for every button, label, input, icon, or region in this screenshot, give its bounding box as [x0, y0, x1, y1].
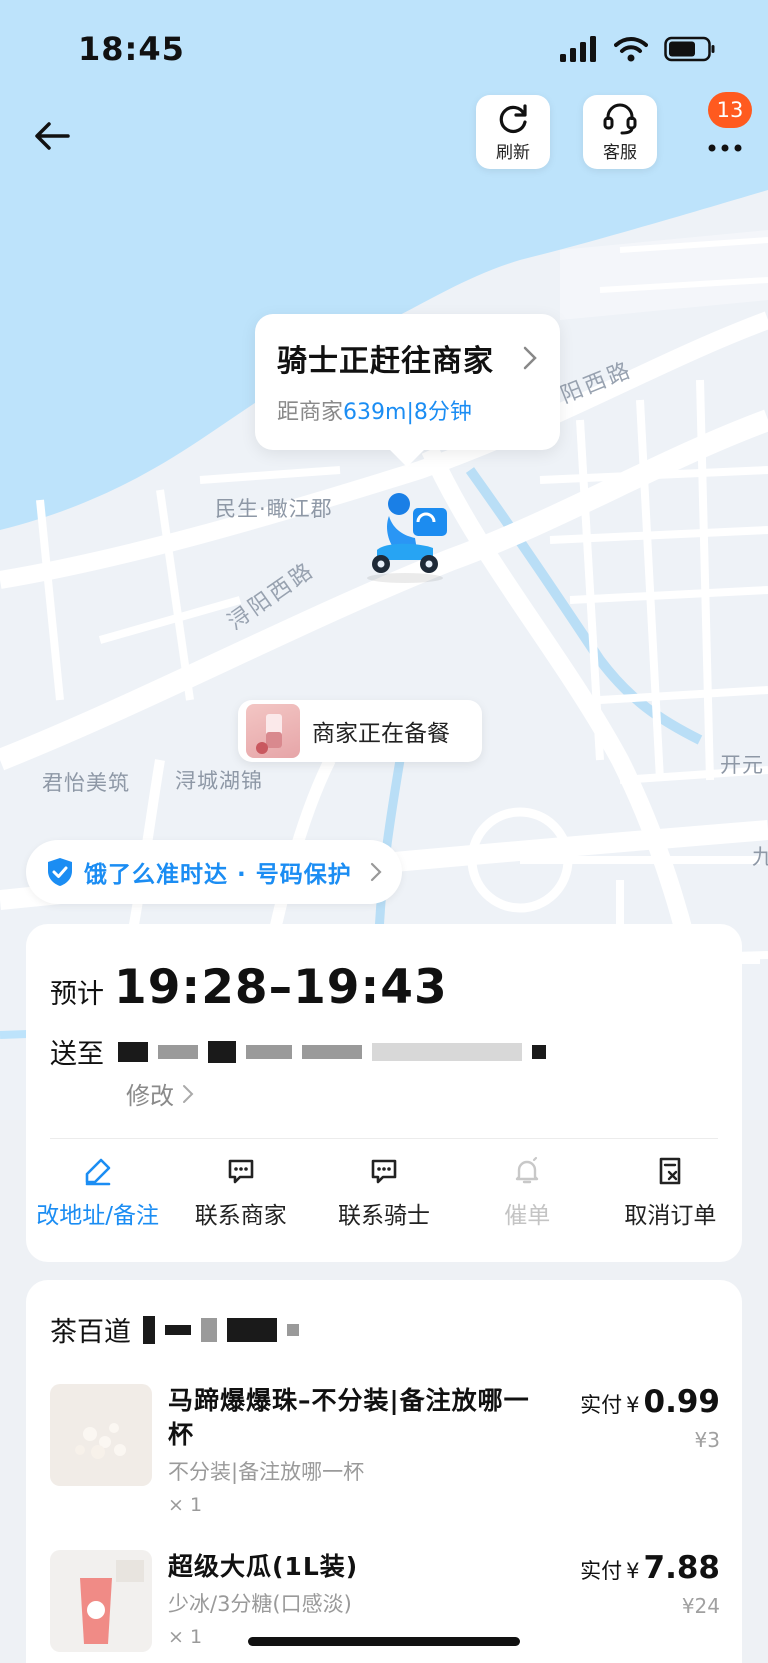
- shop-name-redacted: [143, 1315, 155, 1344]
- drink-cup-image: [256, 714, 282, 754]
- item-quantity: × 1: [168, 1494, 203, 1516]
- shop-name-redacted: [287, 1323, 299, 1336]
- contact-merchant-button[interactable]: 联系商家: [169, 1156, 312, 1230]
- message-count-badge: 13: [708, 92, 752, 128]
- contact-rider-button[interactable]: 联系骑士: [312, 1156, 455, 1230]
- modify-label: 修改: [126, 1082, 174, 1110]
- chat-icon: [228, 1159, 254, 1184]
- status-bar: 18:45: [0, 0, 768, 96]
- address-redacted: [532, 1044, 546, 1059]
- eta-label: 预计: [50, 979, 104, 1010]
- map-label-kaiyuan: 开元: [720, 753, 764, 777]
- refresh-label: 刷新: [496, 142, 530, 163]
- address-redacted: [372, 1042, 522, 1061]
- edit-icon: [85, 1158, 110, 1186]
- address-label: 送至: [50, 1039, 104, 1070]
- chat-icon: [371, 1159, 397, 1184]
- address-redacted: [158, 1044, 198, 1059]
- currency-symbol: ¥: [626, 1559, 640, 1583]
- paid-price: 7.88: [643, 1550, 721, 1586]
- delivery-info-card: 预计 19:28–19:43 送至 修改 改地址/备注 联系商家 联系骑士 催单…: [26, 924, 742, 1262]
- address-redacted: [246, 1044, 292, 1059]
- pearls-product-image: [75, 1423, 126, 1459]
- action-label: 取消订单: [624, 1203, 717, 1229]
- shop-name: 茶百道: [50, 1317, 131, 1348]
- bell-icon: [516, 1156, 539, 1184]
- arrow-left-icon: [35, 122, 70, 150]
- refresh-button[interactable]: 刷新: [476, 95, 550, 169]
- shop-name-redacted: [227, 1317, 277, 1342]
- distance-value: 639m: [343, 400, 407, 425]
- order-actions: 改地址/备注 联系商家 联系骑士 催单 取消订单: [26, 1156, 742, 1230]
- rider-distance-text: 距商家639m|8分钟: [277, 394, 538, 426]
- order-item[interactable]: 马蹄爆爆珠–不分装|备注放哪一杯 不分装|备注放哪一杯 × 1 实付 ¥ 0.9…: [50, 1384, 720, 1524]
- item-spec: 不分装|备注放哪一杯: [168, 1460, 365, 1484]
- map-label-jiu: 九: [752, 845, 768, 869]
- item-name: 超级大瓜(1L装): [168, 1552, 359, 1581]
- status-time: 18:45: [78, 30, 185, 68]
- action-label: 联系骑士: [338, 1203, 430, 1229]
- eta-minutes: 8分钟: [413, 400, 472, 425]
- edit-address-note-button[interactable]: 改地址/备注: [26, 1156, 169, 1230]
- chevron-right-icon: [523, 346, 537, 370]
- card-divider: [50, 1138, 718, 1139]
- distance-separator: |: [406, 400, 414, 425]
- guarantee-banner[interactable]: 饿了么准时达 · 号码保护: [26, 840, 402, 904]
- cancel-order-icon: [660, 1157, 681, 1185]
- shop-name-redacted: [165, 1324, 191, 1335]
- item-spec: 少冰/3分糖(口感淡): [168, 1592, 352, 1616]
- original-price: ¥3: [694, 1428, 720, 1452]
- action-label: 改地址/备注: [36, 1203, 159, 1229]
- address-redacted: [118, 1041, 148, 1062]
- urge-order-button[interactable]: 催单: [456, 1156, 599, 1230]
- delivery-scooter-icon: [367, 493, 447, 583]
- chevron-right-icon: [370, 862, 382, 882]
- item-name: 马蹄爆爆珠–不分装|备注放哪一杯: [168, 1386, 530, 1449]
- home-indicator[interactable]: [248, 1637, 520, 1646]
- watermelon-drink-image: [80, 1560, 144, 1644]
- cellular-signal-icon: [560, 36, 596, 62]
- guarantee-text: 饿了么准时达 · 号码保护: [84, 862, 352, 888]
- wifi-icon: [614, 37, 648, 62]
- cancel-order-button[interactable]: 取消订单: [599, 1156, 742, 1230]
- shop-header[interactable]: 茶百道: [50, 1310, 309, 1349]
- currency-symbol: ¥: [626, 1393, 640, 1417]
- customer-service-button[interactable]: 客服: [583, 95, 657, 169]
- customer-service-label: 客服: [603, 142, 637, 163]
- rider-status-title: 骑士正赶往商家: [277, 344, 494, 379]
- address-redacted: [208, 1040, 236, 1063]
- original-price: ¥24: [681, 1594, 720, 1618]
- map-label-junyi: 君怡美筑: [42, 771, 130, 795]
- action-label: 联系商家: [194, 1203, 287, 1229]
- chevron-right-icon: [183, 1084, 194, 1103]
- delivery-address: 送至: [50, 1032, 556, 1071]
- refresh-icon: [499, 103, 527, 133]
- merchant-status-text: 商家正在备餐: [312, 721, 450, 747]
- merchant-thumbnail: [246, 704, 300, 758]
- merchant-status-tag[interactable]: 商家正在备餐: [238, 700, 482, 762]
- order-item[interactable]: 超级大瓜(1L装) 少冰/3分糖(口感淡) × 1 实付 ¥ 7.88 ¥24: [50, 1550, 720, 1663]
- shop-name-redacted: [201, 1317, 217, 1342]
- headset-icon: [603, 103, 637, 134]
- paid-label: 实付: [580, 1393, 623, 1417]
- shield-check-icon: [48, 858, 72, 886]
- rider-marker[interactable]: [355, 490, 455, 585]
- battery-icon: [664, 36, 715, 62]
- address-redacted: [302, 1044, 362, 1059]
- map-label-minsheng: 民生·瞰江郡: [215, 497, 333, 521]
- rider-status-bubble[interactable]: 骑士正赶往商家 距商家639m|8分钟: [255, 314, 560, 450]
- back-button[interactable]: [28, 112, 76, 160]
- distance-prefix: 距商家: [277, 400, 344, 425]
- paid-price: 0.99: [643, 1384, 721, 1420]
- order-items-card: 茶百道 马蹄爆爆珠–不分装|备注放哪一杯 不分装|备注放哪一杯 × 1 实付 ¥…: [26, 1280, 742, 1663]
- modify-address-button[interactable]: 修改: [126, 1076, 194, 1111]
- item-image: [50, 1550, 152, 1652]
- eta-time: 19:28–19:43: [114, 960, 448, 1015]
- paid-label: 实付: [580, 1559, 623, 1583]
- map-label-xuncheng: 浔城湖锦: [175, 769, 263, 793]
- action-label: 催单: [504, 1203, 551, 1229]
- item-image: [50, 1384, 152, 1486]
- more-dots-icon: [708, 144, 742, 152]
